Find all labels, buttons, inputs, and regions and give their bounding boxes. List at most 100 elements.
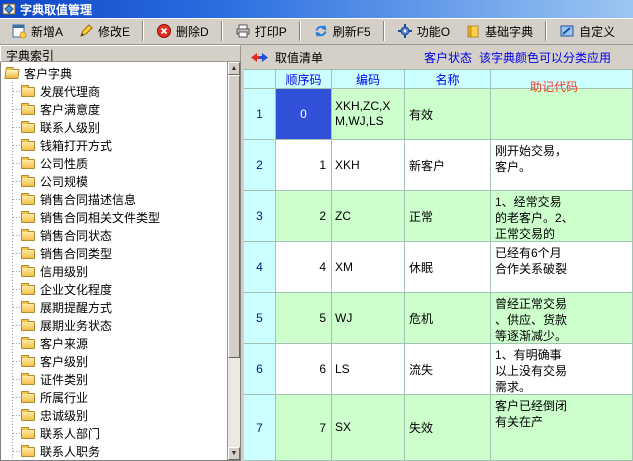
seq-cell-selected[interactable]: 0: [276, 89, 332, 140]
swap-icon[interactable]: [251, 52, 268, 63]
add-button[interactable]: 新增A: [4, 19, 70, 43]
delete-button[interactable]: 删除D: [149, 19, 216, 43]
desc-cell[interactable]: 刚开始交易， 客户。: [491, 140, 633, 191]
seq-cell[interactable]: 4: [276, 242, 332, 293]
tree-item-label: 企业文化程度: [40, 281, 112, 298]
desc-cell[interactable]: 已经有6个月 合作关系破裂: [491, 242, 633, 293]
tree-item[interactable]: 客户级别: [1, 352, 227, 370]
code-cell[interactable]: XM: [332, 242, 405, 293]
name-cell[interactable]: 流失: [405, 344, 491, 395]
folder-icon: [21, 339, 35, 349]
row-number-cell[interactable]: 7: [244, 395, 276, 461]
seq-cell[interactable]: 7: [276, 395, 332, 461]
name-cell[interactable]: 失效: [405, 395, 491, 461]
desc-cell[interactable]: 曾经正常交易 、供应、货款 等逐渐减少。: [491, 293, 633, 344]
scrollbar-thumb[interactable]: [228, 75, 240, 358]
code-cell[interactable]: ZC: [332, 191, 405, 242]
tree-item[interactable]: 销售合同描述信息: [1, 190, 227, 208]
tree-item[interactable]: 公司性质: [1, 154, 227, 172]
tree-item[interactable]: 公司规模: [1, 172, 227, 190]
row-number-cell[interactable]: 4: [244, 242, 276, 293]
tree-item[interactable]: 钱箱打开方式: [1, 136, 227, 154]
col-header-code[interactable]: 编码: [332, 70, 405, 89]
folder-icon: [21, 285, 35, 295]
print-icon: [235, 23, 251, 39]
folder-icon: [21, 303, 35, 313]
tree-item[interactable]: 客户满意度: [1, 100, 227, 118]
scroll-down-button[interactable]: ▼: [228, 447, 240, 460]
tree-item-label: 销售合同状态: [40, 227, 112, 244]
toolbar: 新增A 修改E 删除D 打印P 刷新F5: [0, 18, 633, 45]
tree-item[interactable]: 展期提醒方式: [1, 298, 227, 316]
toolbar-separator: [299, 21, 301, 41]
code-cell[interactable]: LS: [332, 344, 405, 395]
tree-item[interactable]: 所属行业: [1, 388, 227, 406]
name-cell[interactable]: 有效: [405, 89, 491, 140]
col-header-name[interactable]: 名称: [405, 70, 491, 89]
row-number-cell[interactable]: 1: [244, 89, 276, 140]
edit-button[interactable]: 修改E: [71, 19, 137, 43]
dict-status-label: 客户状态: [424, 49, 472, 66]
code-cell[interactable]: XKH: [332, 140, 405, 191]
tree-item[interactable]: 展期业务状态: [1, 316, 227, 334]
tree-item[interactable]: 客户来源: [1, 334, 227, 352]
col-header-seq[interactable]: 顺序码: [276, 70, 332, 89]
base-dictionary-button[interactable]: 基础字典: [458, 19, 540, 43]
desc-cell[interactable]: 客户已经倒闭 有关在产: [491, 395, 633, 461]
scrollbar-track[interactable]: [228, 75, 240, 447]
tree-item[interactable]: 忠诚级别: [1, 406, 227, 424]
sidebar-header-label: 字典索引: [6, 49, 54, 63]
function-button[interactable]: 功能O: [390, 19, 457, 43]
tree-item[interactable]: 销售合同状态: [1, 226, 227, 244]
tree-item[interactable]: 发展代理商: [1, 82, 227, 100]
tree-item[interactable]: 企业文化程度: [1, 280, 227, 298]
seq-cell[interactable]: 1: [276, 140, 332, 191]
table-row: 3 2 ZC 正常 1、经常交易 的老客户。2、 正常交易的: [244, 191, 633, 242]
folder-icon: [21, 213, 35, 223]
row-number-cell[interactable]: 2: [244, 140, 276, 191]
code-cell[interactable]: WJ: [332, 293, 405, 344]
tree-scrollbar[interactable]: ▲ ▼: [227, 62, 240, 460]
row-number-cell[interactable]: 5: [244, 293, 276, 344]
seq-cell[interactable]: 2: [276, 191, 332, 242]
tree-item[interactable]: 联系人职务: [1, 442, 227, 460]
tree-item[interactable]: 联系人部门: [1, 424, 227, 442]
scroll-up-button[interactable]: ▲: [228, 62, 240, 75]
tree-item-label: 联系人职务: [40, 443, 100, 460]
seq-cell[interactable]: 6: [276, 344, 332, 395]
tree-item-label: 展期业务状态: [40, 317, 112, 334]
tree-item[interactable]: 销售合同类型: [1, 244, 227, 262]
tree-item[interactable]: 销售合同相关文件类型: [1, 208, 227, 226]
row-number-cell[interactable]: 6: [244, 344, 276, 395]
desc-cell[interactable]: [491, 89, 633, 140]
code-cell[interactable]: XKH,ZC,XM,WJ,LS: [332, 89, 405, 140]
corner-header-cell[interactable]: [244, 70, 276, 89]
code-cell[interactable]: SX: [332, 395, 405, 461]
tree-item[interactable]: 证件类别: [1, 370, 227, 388]
folder-icon: [21, 375, 35, 385]
seq-cell[interactable]: 5: [276, 293, 332, 344]
folder-icon: [21, 195, 35, 205]
toolbar-separator: [383, 21, 385, 41]
tree-root-customer-dictionary[interactable]: 客户字典: [1, 64, 227, 82]
custom-button[interactable]: 自定义: [552, 19, 622, 43]
row-number-cell[interactable]: 3: [244, 191, 276, 242]
name-cell[interactable]: 新客户: [405, 140, 491, 191]
folder-icon: [21, 411, 35, 421]
desc-cell[interactable]: 1、经常交易 的老客户。2、 正常交易的: [491, 191, 633, 242]
tree-container: 客户字典 发展代理商 客户满意度 联系人级别 钱箱打开方式 公司性质 公司规模 …: [0, 62, 241, 461]
name-cell[interactable]: 正常: [405, 191, 491, 242]
tree-item[interactable]: 信用级别: [1, 262, 227, 280]
custom-button-label: 自定义: [579, 23, 615, 40]
tree-item-label: 公司规模: [40, 173, 88, 190]
name-cell[interactable]: 休眠: [405, 242, 491, 293]
name-cell[interactable]: 危机: [405, 293, 491, 344]
print-button[interactable]: 打印P: [228, 19, 294, 43]
desc-cell[interactable]: 1、有明确事 以上没有交易 需求。: [491, 344, 633, 395]
dictionary-index-panel: 字典索引 客户字典 发展代理商 客户满意度 联系人级别 钱箱打开方式 公司性质 …: [0, 45, 241, 461]
tree-item-label: 所属行业: [40, 389, 88, 406]
tree-item-label: 客户满意度: [40, 101, 100, 118]
tree-item[interactable]: 联系人级别: [1, 118, 227, 136]
refresh-button[interactable]: 刷新F5: [306, 19, 378, 43]
content-header: 取值清单 客户状态 该字典颜色可以分类应用: [244, 45, 633, 69]
